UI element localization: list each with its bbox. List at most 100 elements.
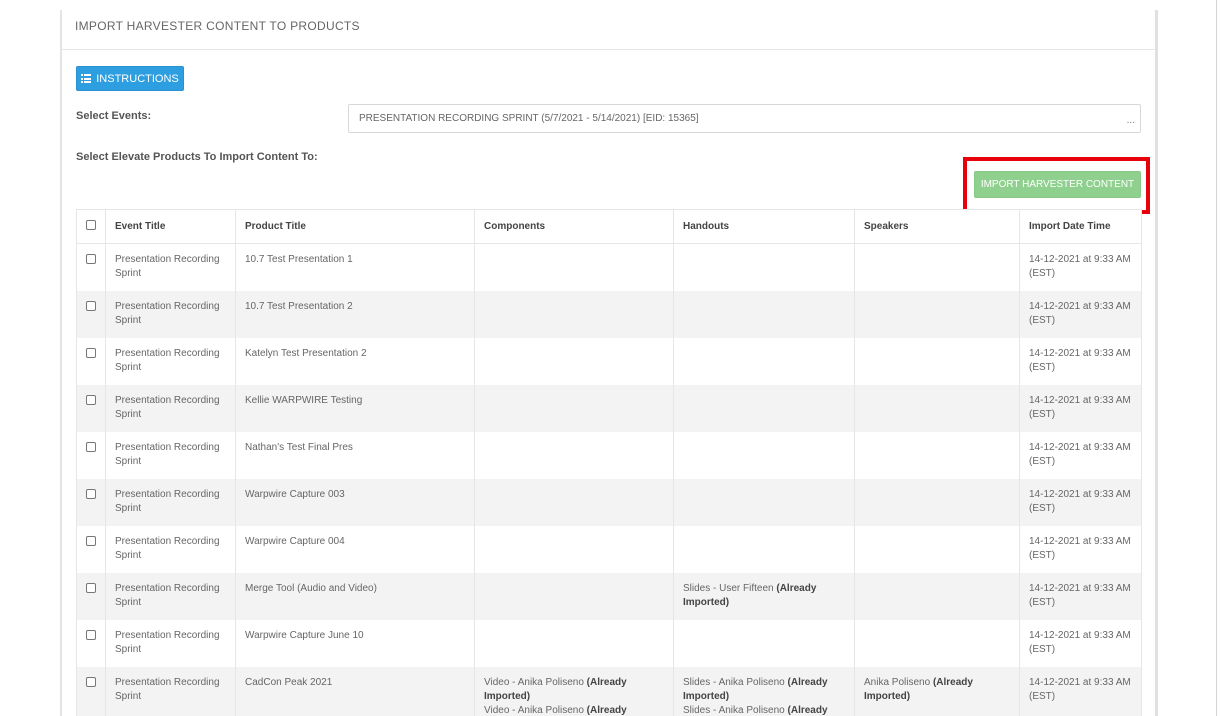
components-cell-item-text: Video - Anika Poliseno [484, 704, 584, 716]
handouts-cell-item: Slides - User Fifteen (Already Imported) [683, 582, 845, 610]
table-row[interactable]: Presentation Recording Sprint Katelyn Tes… [76, 337, 1142, 385]
components-cell [474, 243, 674, 291]
products-table: Event Title Product Title Components Han… [76, 209, 1142, 716]
table-row[interactable]: Presentation Recording Sprint Warpwire Ca… [76, 478, 1142, 526]
table-row[interactable]: Presentation Recording Sprint Warpwire Ca… [76, 525, 1142, 573]
window-edge [1216, 0, 1217, 716]
import-date-cell: 14-12-2021 at 9:33 AM (EST) [1019, 619, 1142, 667]
row-checkbox[interactable] [86, 629, 96, 640]
speakers-cell [854, 478, 1020, 526]
event-title-cell: Presentation Recording Sprint [105, 290, 236, 338]
product-title-cell: Warpwire Capture June 10 [235, 619, 475, 667]
row-checkbox[interactable] [86, 676, 96, 687]
handouts-cell: Slides - User Fifteen (Already Imported) [673, 572, 855, 620]
panel-header: IMPORT HARVESTER CONTENT TO PRODUCTS [62, 0, 1155, 50]
list-icon [81, 74, 92, 83]
select-all-cell [76, 209, 106, 244]
page-border-right [1155, 10, 1158, 716]
event-title-cell: Presentation Recording Sprint [105, 431, 236, 479]
handouts-cell [673, 384, 855, 432]
import-date-cell: 14-12-2021 at 9:33 AM (EST) [1019, 431, 1142, 479]
components-cell [474, 431, 674, 479]
row-select-cell [76, 337, 106, 385]
col-product-title[interactable]: Product Title [235, 209, 475, 244]
col-speakers[interactable]: Speakers [854, 209, 1020, 244]
row-checkbox[interactable] [86, 394, 96, 405]
table-row[interactable]: Presentation Recording Sprint CadCon Peak… [76, 666, 1142, 716]
speakers-cell: Anika Poliseno (Already Imported) [854, 666, 1020, 716]
speakers-cell-item: Anika Poliseno (Already Imported) [864, 676, 1010, 704]
select-all-checkbox[interactable] [86, 220, 96, 230]
import-date-cell: 14-12-2021 at 9:33 AM (EST) [1019, 525, 1142, 573]
speakers-cell [854, 619, 1020, 667]
components-cell-item: Video - Anika Poliseno (Already Imported… [484, 676, 664, 704]
import-panel: IMPORT HARVESTER CONTENT TO PRODUCTS INS… [62, 0, 1155, 716]
table-row[interactable]: Presentation Recording Sprint Kellie WARP… [76, 384, 1142, 432]
select-products-label: Select Elevate Products To Import Conten… [76, 151, 318, 163]
handouts-cell: Slides - Anika Poliseno (Already Importe… [673, 666, 855, 716]
row-select-cell [76, 666, 106, 716]
event-title-cell: Presentation Recording Sprint [105, 572, 236, 620]
table-row[interactable]: Presentation Recording Sprint Warpwire Ca… [76, 619, 1142, 667]
col-event-title[interactable]: Event Title [105, 209, 236, 244]
events-select-more: ... [1126, 115, 1135, 126]
row-checkbox[interactable] [86, 300, 96, 311]
event-title-cell: Presentation Recording Sprint [105, 337, 236, 385]
speakers-cell [854, 384, 1020, 432]
row-checkbox[interactable] [86, 254, 96, 264]
import-status: (Already [586, 704, 627, 716]
import-date-cell: 14-12-2021 at 9:33 AM (EST) [1019, 572, 1142, 620]
components-cell [474, 525, 674, 573]
product-title-cell: Nathan's Test Final Pres [235, 431, 475, 479]
speakers-cell [854, 243, 1020, 291]
components-cell-item-text: Video - Anika Poliseno [484, 676, 584, 688]
import-date-cell: 14-12-2021 at 9:33 AM (EST) [1019, 337, 1142, 385]
table-row[interactable]: Presentation Recording Sprint Merge Tool … [76, 572, 1142, 620]
import-date-cell: 14-12-2021 at 9:33 AM (EST) [1019, 384, 1142, 432]
table-row[interactable]: Presentation Recording Sprint Nathan's Te… [76, 431, 1142, 479]
col-import-date-time[interactable]: Import Date Time [1019, 209, 1142, 244]
speakers-cell [854, 337, 1020, 385]
instructions-button[interactable]: INSTRUCTIONS [76, 66, 184, 91]
components-cell [474, 619, 674, 667]
components-cell-item: Video - Anika Poliseno (Already [484, 704, 664, 716]
import-date-cell: 14-12-2021 at 9:33 AM (EST) [1019, 478, 1142, 526]
row-select-cell [76, 572, 106, 620]
components-cell: Video - Anika Poliseno (Already Imported… [474, 666, 674, 716]
row-checkbox[interactable] [86, 488, 96, 499]
product-title-cell: 10.7 Test Presentation 2 [235, 290, 475, 338]
event-title-cell: Presentation Recording Sprint [105, 384, 236, 432]
row-checkbox[interactable] [86, 347, 96, 358]
handouts-cell-item-text: Slides - Anika Poliseno [683, 676, 785, 688]
handouts-cell [673, 478, 855, 526]
components-cell [474, 478, 674, 526]
import-date-cell: 14-12-2021 at 9:33 AM (EST) [1019, 243, 1142, 291]
table-row[interactable]: Presentation Recording Sprint 10.7 Test P… [76, 290, 1142, 338]
event-title-cell: Presentation Recording Sprint [105, 666, 236, 716]
event-title-cell: Presentation Recording Sprint [105, 243, 236, 291]
row-select-cell [76, 478, 106, 526]
col-components[interactable]: Components [474, 209, 674, 244]
components-cell [474, 337, 674, 385]
components-cell [474, 290, 674, 338]
product-title-cell: Katelyn Test Presentation 2 [235, 337, 475, 385]
row-select-cell [76, 243, 106, 291]
product-title-cell: Warpwire Capture 004 [235, 525, 475, 573]
select-events-label: Select Events: [76, 110, 152, 122]
product-title-cell: Kellie WARPWIRE Testing [235, 384, 475, 432]
product-title-cell: 10.7 Test Presentation 1 [235, 243, 475, 291]
row-select-cell [76, 290, 106, 338]
row-checkbox[interactable] [86, 535, 96, 546]
row-select-cell [76, 384, 106, 432]
table-row[interactable]: Presentation Recording Sprint 10.7 Test P… [76, 243, 1142, 291]
row-select-cell [76, 619, 106, 667]
page-title: IMPORT HARVESTER CONTENT TO PRODUCTS [75, 19, 360, 33]
instructions-label: INSTRUCTIONS [96, 72, 179, 85]
row-checkbox[interactable] [86, 582, 96, 593]
handouts-cell [673, 431, 855, 479]
col-handouts[interactable]: Handouts [673, 209, 855, 244]
events-select[interactable]: PRESENTATION RECORDING SPRINT (5/7/2021 … [348, 104, 1141, 133]
row-checkbox[interactable] [86, 441, 96, 452]
row-select-cell [76, 431, 106, 479]
import-harvester-content-button[interactable]: IMPORT HARVESTER CONTENT [974, 171, 1141, 198]
